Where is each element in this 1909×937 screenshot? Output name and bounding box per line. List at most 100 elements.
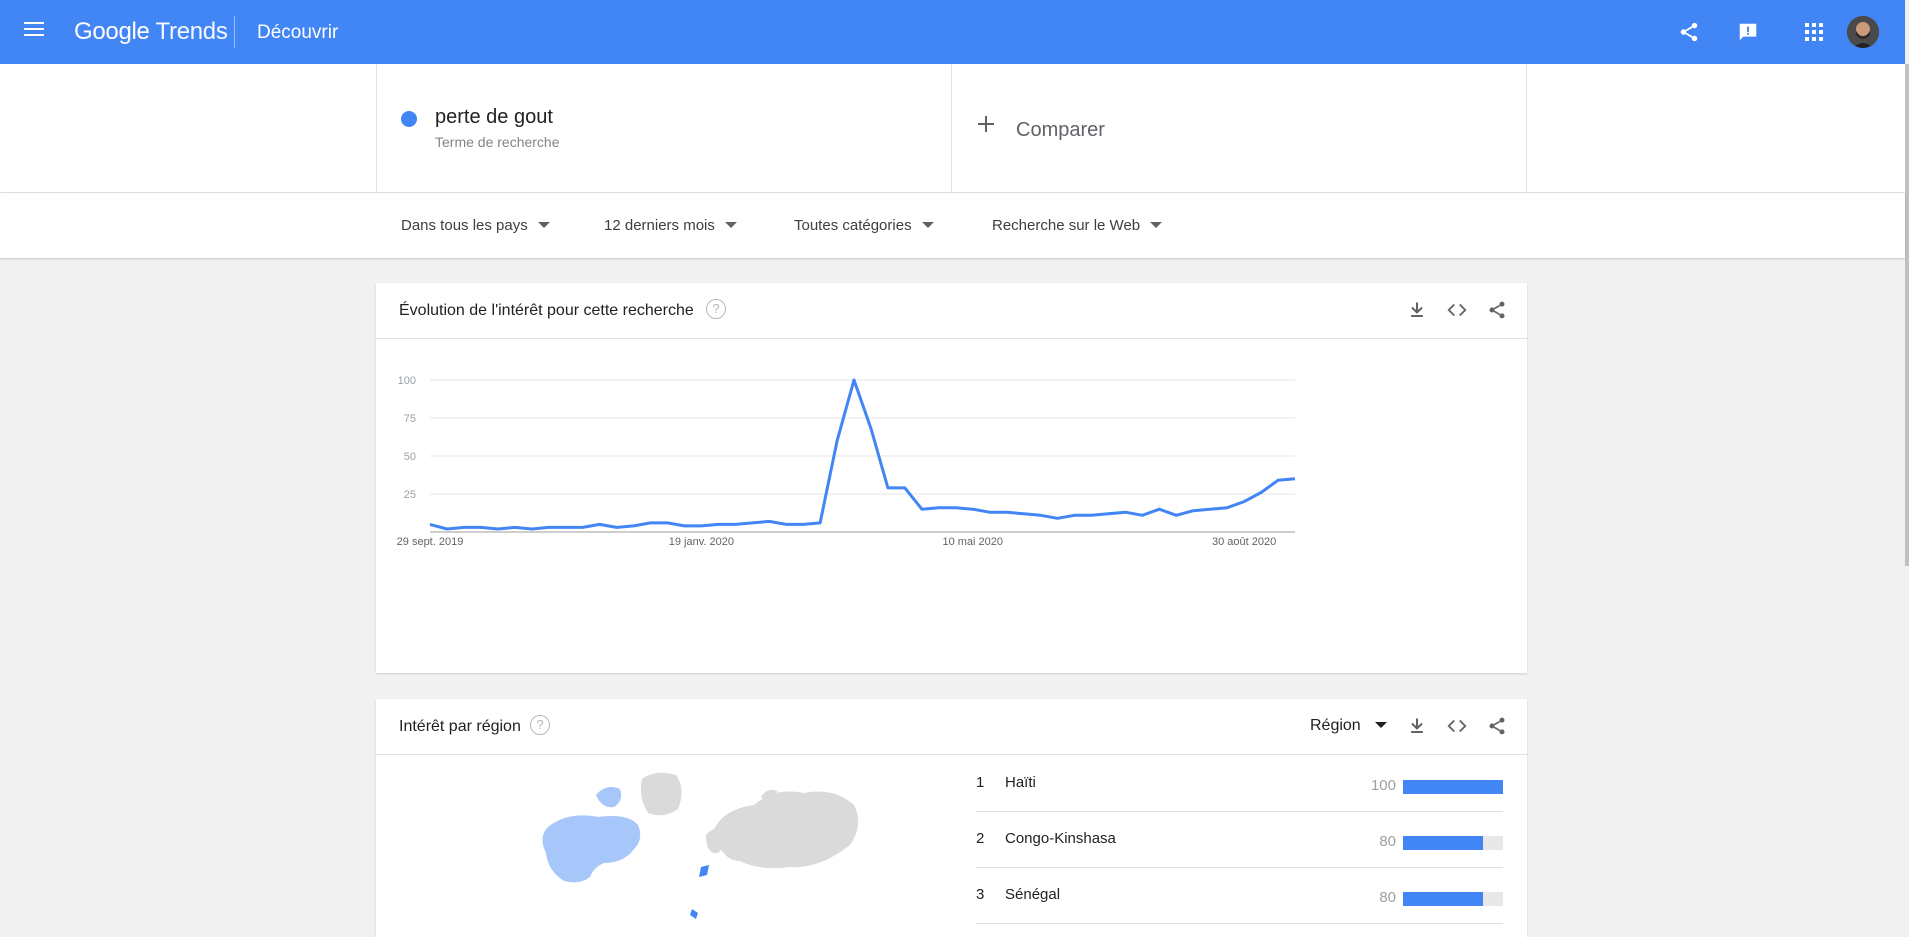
data-point[interactable] [1102, 508, 1114, 520]
data-point[interactable] [1018, 508, 1030, 520]
data-point[interactable] [729, 518, 741, 530]
filter-property[interactable]: Recherche sur le Web [992, 217, 1163, 234]
data-point[interactable] [1272, 474, 1284, 486]
region-name[interactable]: Sénégal [1005, 886, 1060, 903]
data-point[interactable] [746, 517, 758, 529]
data-point[interactable] [594, 518, 606, 530]
data-point[interactable] [695, 520, 707, 532]
data-point[interactable] [899, 482, 911, 494]
embed-icon[interactable] [1445, 714, 1469, 738]
data-point[interactable] [1153, 503, 1165, 515]
data-point[interactable] [543, 521, 555, 533]
data-point[interactable] [1119, 506, 1131, 518]
data-point[interactable] [1289, 473, 1301, 485]
region-bar-track [1403, 892, 1503, 906]
data-point[interactable] [1001, 506, 1013, 518]
compare-label: Comparer [1016, 119, 1105, 141]
data-point[interactable] [424, 518, 436, 530]
data-point[interactable] [865, 423, 877, 435]
region-row[interactable]: 3 Sénégal 80 [976, 868, 1503, 924]
download-icon[interactable] [1405, 714, 1429, 738]
filter-category[interactable]: Toutes catégories [794, 217, 934, 234]
plus-icon [978, 116, 994, 132]
apps-icon[interactable] [1799, 17, 1829, 47]
data-point[interactable] [1255, 486, 1267, 498]
filter-region-label: Dans tous les pays [401, 217, 528, 234]
data-point[interactable] [509, 521, 521, 533]
data-point[interactable] [644, 517, 656, 529]
share-icon[interactable] [1674, 17, 1704, 47]
data-point[interactable] [458, 521, 470, 533]
page-title[interactable]: Découvrir [257, 22, 338, 44]
resolution-label: Région [1310, 717, 1361, 734]
series-line[interactable] [429, 378, 1296, 531]
data-point[interactable] [848, 374, 860, 386]
feedback-icon[interactable] [1733, 17, 1763, 47]
region-name[interactable]: Haïti [1005, 774, 1036, 791]
world-map[interactable] [456, 759, 876, 937]
data-point[interactable] [967, 503, 979, 515]
data-point[interactable] [1170, 509, 1182, 521]
data-point[interactable] [933, 502, 945, 514]
data-point[interactable] [611, 521, 623, 533]
menu-icon[interactable] [24, 22, 44, 42]
region-bar-track [1403, 780, 1503, 794]
google-trends-logo[interactable]: Google Trends [74, 18, 228, 46]
data-point[interactable] [984, 506, 996, 518]
download-icon[interactable] [1405, 298, 1429, 322]
data-point[interactable] [1069, 509, 1081, 521]
scrollbar-thumb[interactable] [1905, 64, 1909, 566]
data-point[interactable] [628, 520, 640, 532]
filter-region[interactable]: Dans tous les pays [401, 217, 550, 234]
share-icon[interactable] [1485, 298, 1509, 322]
help-icon[interactable]: ? [706, 299, 726, 319]
data-point[interactable] [1085, 509, 1097, 521]
search-terms-bar: perte de gout Terme de recherche Compare… [0, 64, 1905, 193]
region-row[interactable]: 1 Haïti 100 [976, 756, 1503, 812]
data-point[interactable] [492, 523, 504, 535]
resolution-select[interactable]: Région [1310, 717, 1387, 735]
compare-button[interactable]: Comparer [951, 64, 1527, 193]
data-point[interactable] [577, 521, 589, 533]
data-point[interactable] [526, 523, 538, 535]
data-point[interactable] [831, 435, 843, 447]
share-icon[interactable] [1485, 714, 1509, 738]
data-point[interactable] [560, 521, 572, 533]
data-point[interactable] [441, 523, 453, 535]
y-tick-label: 25 [404, 489, 416, 501]
data-point[interactable] [1187, 505, 1199, 517]
interest-line-chart[interactable]: 100 75 50 25 29 sept. 2019 19 janv. 2020 10 ma… [376, 340, 1527, 660]
map-land-grey [640, 772, 859, 869]
data-point[interactable] [797, 518, 809, 530]
data-point[interactable] [950, 502, 962, 514]
y-tick-label: 100 [398, 375, 416, 387]
region-bar-fill [1403, 780, 1503, 794]
data-point[interactable] [916, 503, 928, 515]
search-term-card[interactable]: perte de gout Terme de recherche [376, 64, 951, 193]
data-point[interactable] [763, 515, 775, 527]
data-point[interactable] [1035, 509, 1047, 521]
data-point[interactable] [1052, 512, 1064, 524]
data-point[interactable] [814, 517, 826, 529]
search-term-name[interactable]: perte de gout [435, 106, 553, 129]
x-tick-label: 19 janv. 2020 [669, 536, 734, 548]
region-row[interactable]: 2 Congo-Kinshasa 80 [976, 812, 1503, 868]
region-name[interactable]: Congo-Kinshasa [1005, 830, 1116, 847]
region-rank: 1 [976, 774, 985, 791]
data-point[interactable] [1221, 502, 1233, 514]
help-icon[interactable]: ? [530, 715, 550, 735]
data-point[interactable] [678, 520, 690, 532]
data-point[interactable] [780, 518, 792, 530]
avatar[interactable] [1847, 16, 1879, 48]
filter-period[interactable]: 12 derniers mois [604, 217, 737, 234]
data-point[interactable] [1204, 503, 1216, 515]
data-point[interactable] [1238, 496, 1250, 508]
data-point[interactable] [882, 482, 894, 494]
filter-property-label: Recherche sur le Web [992, 217, 1141, 234]
data-point[interactable] [1136, 509, 1148, 521]
x-tick-label: 29 sept. 2019 [397, 536, 464, 548]
embed-icon[interactable] [1445, 298, 1469, 322]
data-point[interactable] [475, 521, 487, 533]
data-point[interactable] [712, 518, 724, 530]
data-point[interactable] [661, 517, 673, 529]
